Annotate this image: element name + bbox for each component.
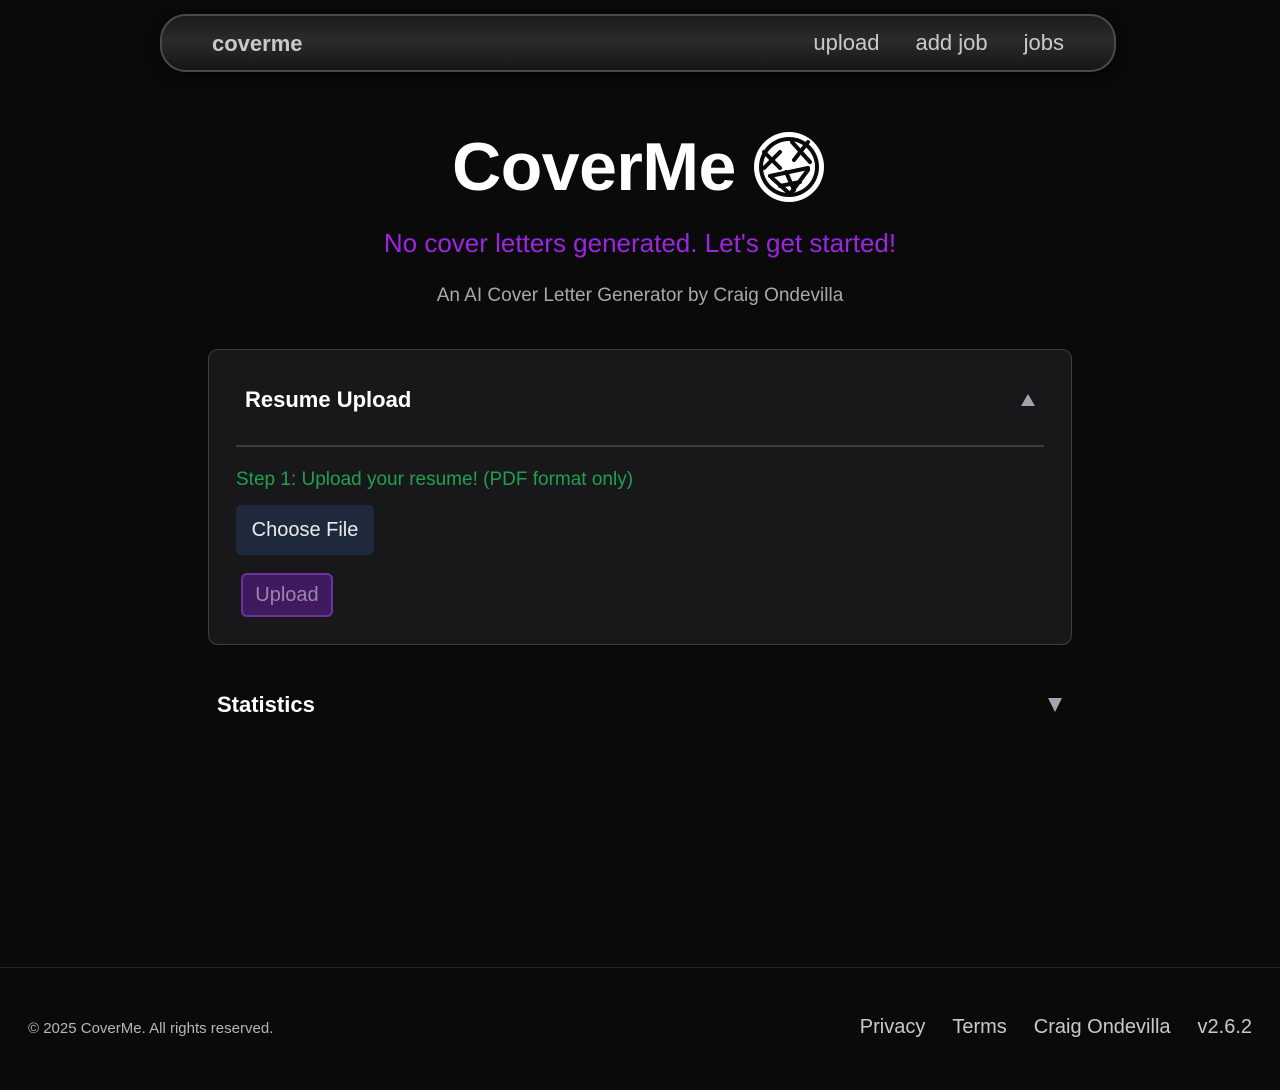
tagline: An AI Cover Letter Generator by Craig On… [436,285,844,306]
copyright: © 2025 CoverMe. All rights reserved. [28,1020,274,1037]
resume-upload-header[interactable]: Resume Upload [209,350,1071,446]
version-label: v2.6.2 [1197,1016,1252,1038]
footer-link-privacy[interactable]: Privacy [860,1016,926,1039]
divider [236,445,1044,447]
navbar: coverme upload add job jobs [160,14,1116,72]
resume-upload-panel: Resume Upload Step 1: Upload your resume… [208,349,1072,645]
brand-link[interactable]: coverme [212,31,303,57]
status-message: No cover letters generated. Let's get st… [383,228,897,258]
nav-links: upload add job jobs [813,30,1064,56]
page-title: CoverMe [452,129,736,205]
nav-link-upload[interactable]: upload [813,30,879,56]
hero-title-row: CoverMe [0,128,1280,206]
nav-link-add-job[interactable]: add job [915,30,987,56]
nav-link-jobs[interactable]: jobs [1024,30,1064,56]
footer-link-author[interactable]: Craig Ondevilla [1034,1016,1171,1039]
statistics-title: Statistics [217,692,315,717]
footer: © 2025 CoverMe. All rights reserved. Pri… [0,967,1280,1090]
footer-links: Privacy Terms Craig Ondevilla v2.6.2 [860,1016,1252,1039]
choose-file-button[interactable]: Choose File [236,505,374,555]
triangle-up-icon[interactable] [1021,394,1035,406]
footer-link-terms[interactable]: Terms [952,1016,1006,1039]
resume-upload-title: Resume Upload [245,387,412,412]
triangle-down-icon[interactable] [1048,698,1062,712]
step-label: Step 1: Upload your resume! (PDF format … [236,469,634,490]
page: coverme upload add job jobs CoverMe No c… [0,0,1280,1090]
upload-button[interactable]: Upload [241,573,333,617]
statistics-header[interactable]: Statistics [208,680,1072,728]
scribble-face-icon [750,128,828,206]
